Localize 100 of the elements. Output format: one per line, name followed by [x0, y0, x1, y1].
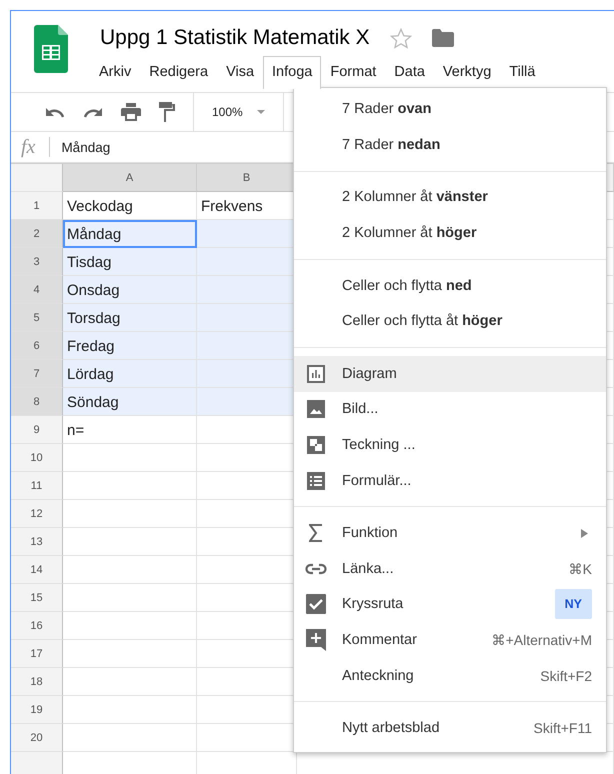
menu-item[interactable]: 2 Kolumner åt höger [294, 215, 606, 251]
sigma-icon [309, 524, 323, 542]
menu-bar-item[interactable]: Format [321, 56, 386, 89]
print-icon[interactable] [121, 103, 141, 121]
row-header[interactable]: 20 [11, 724, 63, 752]
menu-bar-item[interactable]: Data [385, 56, 434, 89]
table-cell[interactable] [63, 640, 197, 668]
table-cell[interactable] [63, 696, 197, 724]
menu-item[interactable]: Anteckning Skift+F2 [294, 658, 606, 694]
table-cell[interactable] [63, 612, 197, 640]
new-badge: NY [554, 589, 592, 620]
menu-item-label: Länka... [342, 560, 395, 577]
row-header[interactable]: 14 [11, 556, 63, 584]
keyboard-shortcut: Skift+F11 [534, 720, 592, 736]
menu-item-label: Celler och flytta åt höger [342, 313, 504, 330]
row-header[interactable]: 16 [11, 612, 63, 640]
row-header[interactable]: 3 [11, 248, 63, 276]
checkbox-icon [306, 594, 326, 614]
menu-item[interactable]: 2 Kolumner åt vänster [294, 180, 606, 216]
row-header[interactable] [11, 752, 63, 774]
undo-icon[interactable] [45, 106, 65, 118]
menu-item[interactable]: Kryssruta NY [294, 586, 606, 622]
table-cell[interactable] [63, 528, 197, 556]
keyboard-shortcut: ⌘+Alternativ+M [492, 632, 592, 648]
table-cell[interactable] [63, 724, 197, 752]
table-cell[interactable] [63, 668, 197, 696]
menu-item-label: Teckning ... [342, 437, 416, 454]
row-header[interactable]: 12 [11, 500, 63, 528]
menu-item-label: 2 Kolumner åt vänster [342, 189, 489, 206]
row-header[interactable]: 18 [11, 668, 63, 696]
menu-bar-item[interactable]: Visa [217, 56, 264, 89]
table-cell[interactable]: Tisdag [63, 248, 197, 276]
menu-item-label: Diagram [342, 366, 398, 382]
menu-bar-item[interactable]: Infoga [263, 56, 322, 89]
menu-item[interactable]: Länka... ⌘K [294, 551, 606, 587]
image-icon [307, 400, 325, 418]
menu-item[interactable]: Celler och flytta åt höger [294, 303, 606, 340]
row-header[interactable]: 10 [11, 444, 63, 472]
redo-icon[interactable] [83, 106, 103, 118]
menu-bar-item[interactable]: Redigera [140, 56, 218, 89]
link-icon [305, 562, 327, 575]
keyboard-shortcut: ⌘K [568, 560, 592, 577]
table-cell[interactable]: Lördag [63, 360, 197, 388]
menu-item[interactable]: 7 Rader ovan [294, 92, 606, 128]
menu-item[interactable]: Formulär... [294, 462, 606, 498]
row-header[interactable]: 1 [11, 192, 63, 220]
star-icon[interactable] [390, 28, 412, 48]
menu-item[interactable]: Teckning ... [294, 427, 606, 463]
row-header[interactable]: 11 [11, 472, 63, 500]
paint-format-icon[interactable] [159, 102, 175, 122]
menu-item[interactable]: Bild... [294, 392, 606, 428]
table-cell[interactable] [63, 556, 197, 584]
table-cell[interactable]: n= [63, 416, 197, 444]
menu-item[interactable]: Kommentar ⌘+Alternativ+M [294, 622, 606, 658]
menu-item-label: Bild... [342, 401, 380, 418]
menu-item[interactable]: 7 Rader nedan [294, 127, 606, 163]
column-header[interactable]: A [63, 164, 197, 192]
menu-item[interactable]: Funktion [294, 515, 606, 552]
menu-item-label: Kryssruta [342, 596, 404, 612]
menu-item[interactable]: Nytt arbetsblad Skift+F11 [294, 710, 606, 746]
row-header[interactable]: 9 [11, 416, 63, 444]
row-header[interactable]: 2 [11, 220, 63, 248]
folder-icon[interactable] [432, 29, 454, 47]
select-all-corner[interactable] [11, 164, 63, 192]
row-header[interactable]: 15 [11, 584, 63, 612]
row-header[interactable]: 6 [11, 332, 63, 360]
menu-item-label: Kommentar [342, 632, 418, 648]
caret-icon [256, 110, 265, 114]
menu-bar-item[interactable]: Tillä [500, 56, 544, 89]
row-header[interactable]: 4 [11, 276, 63, 304]
row-header[interactable]: 17 [11, 640, 63, 668]
menu-item-label: Formulär... [342, 472, 412, 489]
bar-chart-icon [307, 364, 325, 383]
table-cell[interactable]: Söndag [63, 388, 197, 416]
row-header[interactable]: 19 [11, 696, 63, 724]
menu-item-label: Celler och flytta ned [342, 278, 473, 294]
zoom-dropdown[interactable]: 100% [212, 105, 265, 119]
table-cell[interactable] [63, 500, 197, 528]
function-label: fx [21, 136, 36, 158]
row-header[interactable]: 7 [11, 360, 63, 388]
menu-item-label: 7 Rader ovan [342, 101, 432, 118]
formula-field[interactable]: Måndag [61, 140, 110, 154]
table-cell[interactable]: Fredag [63, 332, 197, 360]
table-cell[interactable]: Torsdag [63, 304, 197, 332]
spreadsheet-logo-icon[interactable] [34, 25, 68, 73]
menu-bar-item[interactable]: Arkiv [90, 56, 140, 89]
row-header[interactable]: 8 [11, 388, 63, 416]
document-title[interactable]: Uppg 1 Statistik Matematik X [100, 26, 370, 50]
menu-item[interactable]: Diagram [294, 356, 606, 392]
add-comment-icon [306, 629, 326, 652]
row-header[interactable]: 5 [11, 304, 63, 332]
table-cell[interactable] [63, 584, 197, 612]
table-cell[interactable] [63, 472, 197, 500]
menu-item[interactable]: Celler och flytta ned [294, 268, 606, 304]
menu-item-label: Funktion [342, 525, 399, 542]
row-header[interactable]: 13 [11, 528, 63, 556]
table-cell[interactable] [63, 444, 197, 472]
table-cell[interactable]: Onsdag [63, 276, 197, 304]
table-cell[interactable]: Måndag [63, 220, 197, 248]
menu-bar-item[interactable]: Verktyg [434, 56, 500, 89]
